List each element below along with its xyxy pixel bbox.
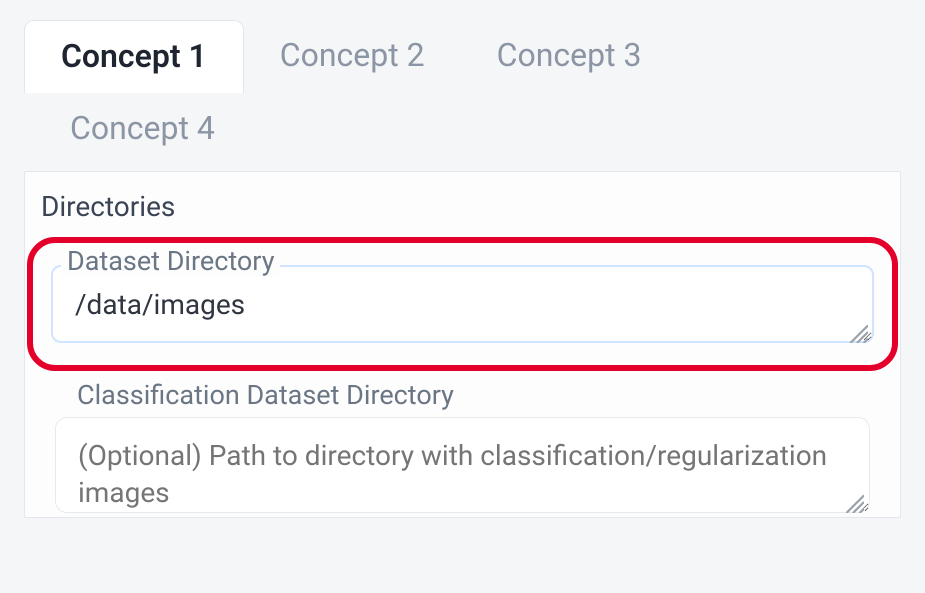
dataset-directory-label: Dataset Directory [61, 245, 280, 277]
classification-directory-label: Classification Dataset Directory [77, 379, 880, 411]
tabs-row-2: Concept 4 [24, 99, 901, 157]
classification-directory-input-wrap [55, 417, 870, 517]
dataset-directory-input-wrap [51, 265, 874, 347]
tab-concept-1[interactable]: Concept 1 [24, 20, 244, 93]
tab-concept-4[interactable]: Concept 4 [52, 99, 233, 157]
classification-directory-input[interactable] [55, 417, 870, 513]
dataset-directory-highlight: Dataset Directory [27, 237, 898, 371]
tabs-row-1: Concept 1 Concept 2 Concept 3 [24, 20, 901, 93]
tab-concept-3[interactable]: Concept 3 [461, 20, 678, 93]
tab-concept-2[interactable]: Concept 2 [244, 20, 461, 93]
classification-directory-group: Classification Dataset Directory [25, 379, 900, 517]
section-title-directories: Directories [25, 182, 900, 237]
directories-panel: Directories Dataset Directory Classifica… [24, 171, 901, 518]
dataset-directory-group: Dataset Directory [51, 245, 874, 347]
